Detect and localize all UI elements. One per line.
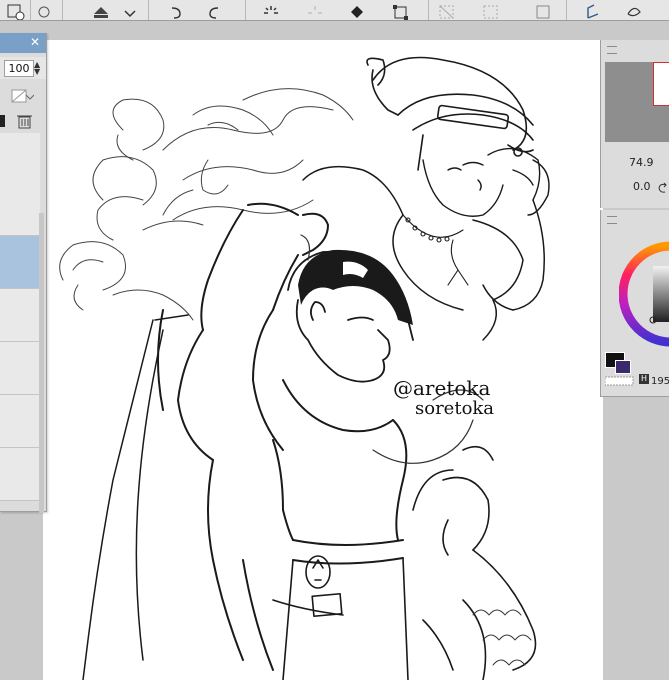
ruler-button[interactable]: [528, 0, 558, 20]
layer-row-selected[interactable]: [0, 236, 40, 289]
layer-row[interactable]: [0, 395, 40, 448]
new-layer-button[interactable]: [0, 0, 30, 20]
export-button[interactable]: [86, 0, 116, 20]
layer-panel: ✕ 100 ▲ ▼: [0, 33, 47, 513]
hue-ring[interactable]: [619, 234, 669, 354]
panel-grip-icon[interactable]: [607, 46, 617, 54]
navigator-view-frame[interactable]: [653, 62, 669, 106]
redo-icon: [209, 7, 219, 19]
layer-down-button[interactable]: [578, 0, 608, 20]
rotation-value[interactable]: 0.0: [633, 180, 651, 193]
navigator-panel: 74.9 0.0: [600, 40, 669, 208]
panel-grip-icon[interactable]: [607, 216, 617, 224]
signature-line1: @aretoka: [393, 376, 491, 400]
ruler-icon: [536, 5, 550, 19]
drawing-canvas[interactable]: @aretoka soretoka: [43, 40, 603, 680]
layer-panel-titlebar[interactable]: ✕: [0, 33, 46, 53]
transparent-swatch-icon[interactable]: [605, 376, 635, 386]
layer-down-icon: [587, 4, 599, 19]
close-panel-icon[interactable]: ✕: [30, 35, 40, 49]
undo-icon: [171, 7, 181, 19]
fill-button[interactable]: [342, 0, 372, 20]
signature-line2: soretoka: [415, 398, 494, 419]
undo-button[interactable]: [162, 0, 192, 20]
color-readout: 195: [651, 376, 669, 387]
layer-swap-button[interactable]: [620, 0, 650, 20]
clear-icon: [308, 6, 322, 14]
fill-icon: [351, 6, 363, 18]
new-layer-icon: [7, 4, 25, 20]
opacity-stepper[interactable]: ▲ ▼: [34, 61, 40, 76]
selection-icon: [439, 5, 454, 19]
grid-button[interactable]: [476, 0, 506, 20]
layer-row[interactable]: [0, 448, 40, 501]
transform-button[interactable]: [386, 0, 416, 20]
zoom-value[interactable]: 74.9: [629, 156, 654, 169]
selection-button[interactable]: [432, 0, 462, 20]
rotate-icon[interactable]: [657, 182, 669, 194]
main-toolbar: [0, 0, 669, 21]
opacity-input[interactable]: 100: [4, 60, 34, 77]
export-dropdown[interactable]: [118, 0, 142, 20]
trash-icon[interactable]: [16, 113, 34, 133]
lock-icon[interactable]: [0, 113, 6, 133]
layer-row[interactable]: [0, 342, 40, 395]
layer-row[interactable]: [0, 183, 40, 236]
spinner-icon: [264, 6, 278, 14]
spinner-button[interactable]: [256, 0, 286, 20]
export-icon: [94, 7, 108, 18]
dropdown-chevron-icon: [124, 10, 136, 18]
hsv-mode-icon[interactable]: H: [639, 374, 649, 384]
layer-row[interactable]: [0, 133, 40, 186]
layer-scrollbar[interactable]: [39, 213, 44, 513]
opacity-row: 100 ▲ ▼: [0, 57, 46, 79]
line-art-illustration: @aretoka soretoka: [59, 56, 550, 680]
sub-color-swatch[interactable]: [615, 360, 631, 374]
blend-mode-icon[interactable]: [10, 87, 35, 109]
layer-swap-icon: [627, 7, 641, 17]
clear-button[interactable]: [300, 0, 330, 20]
layer-row[interactable]: [0, 289, 40, 342]
grid-icon: [483, 5, 498, 19]
redo-button[interactable]: [200, 0, 230, 20]
tool-button[interactable]: [32, 0, 62, 20]
tool-icon: [38, 6, 50, 18]
color-wheel-panel: H 195: [600, 210, 669, 397]
transform-icon: [393, 5, 408, 20]
